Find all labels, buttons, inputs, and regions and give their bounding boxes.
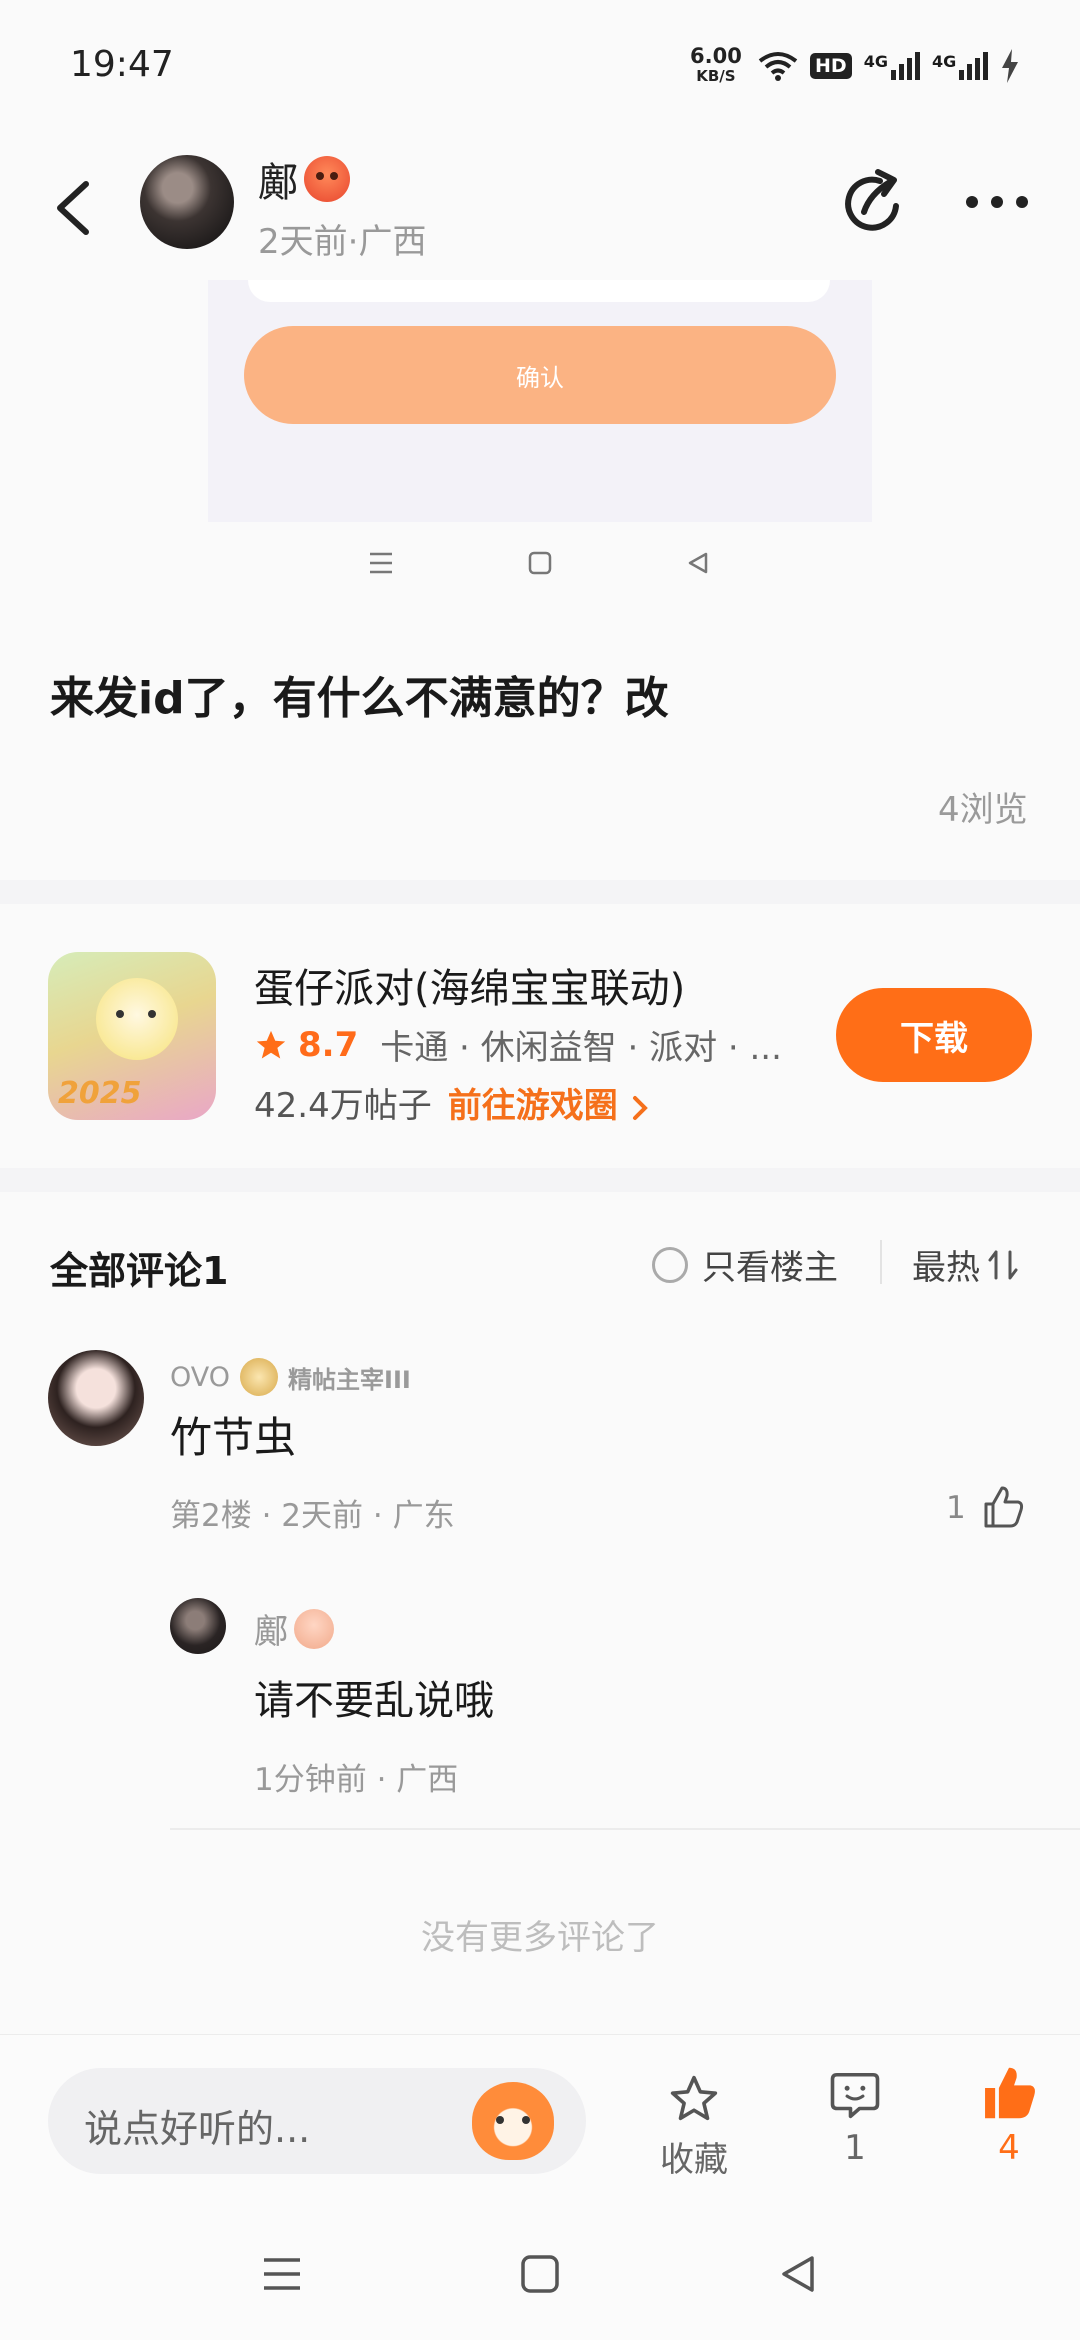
charging-icon [1002,49,1019,83]
commenter-name[interactable]: OVO 精帖主宰III [170,1358,411,1396]
sweat-face-emoji-icon [294,1608,334,1649]
system-menu-icon[interactable] [262,2256,302,2292]
system-home-icon[interactable] [520,2254,560,2294]
star-icon [256,1030,286,1058]
comment-button[interactable]: 1 [820,2068,890,2168]
game-title[interactable]: 蛋仔派对(海绵宝宝联动) [254,956,685,1014]
favorite-label: 收藏 [660,2140,728,2180]
reply-text: 请不要乱说哦 [254,1678,494,1724]
network-speed: 6.00 KB/S [690,46,742,86]
post-image-menu-icon [370,552,392,574]
comments-section [0,1192,1080,2034]
goto-game-circle-link[interactable]: 前往游戏圈 [448,1078,650,1127]
radio-icon [652,1246,688,1283]
signal-4g-label: 4G [863,52,888,71]
star-outline-icon [670,2075,718,2121]
like-button[interactable]: 4 [974,2064,1044,2168]
game-icon[interactable]: 2025 [48,952,216,1120]
badge-icon [240,1358,279,1396]
view-count: 4浏览 [938,790,1028,830]
sort-icon [988,1250,1018,1279]
game-posts-count: 42.4万帖子 [254,1086,432,1126]
author-avatar[interactable] [140,155,234,249]
comments-title: 全部评论1 [50,1249,229,1293]
comment-like-count: 1 [946,1490,966,1526]
wifi-icon [758,52,798,81]
comment-count: 1 [844,2128,866,2168]
game-icon-text: 2025 [58,1076,142,1111]
back-arrow-icon[interactable] [48,178,98,238]
reply-avatar[interactable] [170,1598,226,1654]
game-rating: 8.7 卡通 · 休闲益智 · 派对 · ... [254,1020,782,1069]
sort-toggle[interactable]: 最热 [912,1240,1018,1289]
comment-input-placeholder: 说点好听的... [84,2107,311,2151]
game-tags: 卡通 · 休闲益智 · 派对 · ... [380,1028,782,1068]
only-op-label: 只看楼主 [702,1248,838,1288]
network-speed-value: 6.00 [690,44,742,68]
goto-game-circle-label: 前往游戏圈 [447,1086,618,1126]
post-image-home-icon [528,551,552,575]
share-icon[interactable] [840,168,910,238]
commenter-name-text: OVO [170,1361,231,1393]
signal-4g-label-2: 4G [931,52,957,71]
chevron-right-icon [632,1095,648,1120]
network-speed-unit: KB/S [696,67,736,85]
like-count: 4 [998,2128,1020,2168]
reply-author-name[interactable]: 鄺 [254,1604,334,1653]
post-text: 来发id了，有什么不满意的？改 [50,673,669,724]
download-button[interactable]: 下载 [836,988,1032,1082]
game-posts-row: 42.4万帖子 前往游戏圈 [254,1078,650,1127]
thumb-up-icon[interactable] [980,1484,1026,1530]
badge-label: 精帖主宰III [288,1365,411,1394]
divider [170,1828,1080,1830]
hd-icon: HD [810,53,852,79]
only-op-toggle[interactable]: 只看楼主 [652,1240,838,1289]
signal-4g-icon-2: 4G [931,52,989,80]
author-name[interactable]: 鄺 [258,150,350,208]
divider [880,1240,882,1284]
comment-bubble-icon [830,2072,880,2119]
post-image-back-icon [688,552,708,574]
comment-meta: 第2楼 · 2天前 · 广东 [170,1498,455,1534]
hot-face-emoji-icon [304,156,350,202]
post-time-location: 2天前·广西 [258,222,427,262]
status-time: 19:47 [70,44,174,85]
comment-text: 竹节虫 [170,1413,297,1462]
no-more-comments: 没有更多评论了 [421,1918,659,1958]
post-image-input-edge [248,280,830,302]
game-rating-value: 8.7 [298,1024,359,1065]
sort-label: 最热 [912,1248,980,1288]
status-icons: HD 4G 4G [758,46,1020,86]
author-name-text: 鄺 [258,160,298,206]
system-back-icon[interactable] [778,2254,818,2294]
post-image-confirm-button: 确认 [244,326,836,424]
signal-4g-icon: 4G [864,52,920,80]
thumb-up-filled-icon [985,2067,1035,2119]
reply-author-name-text: 鄺 [254,1612,288,1652]
reply-meta: 1分钟前 · 广西 [254,1762,459,1798]
more-icon[interactable] [962,182,1032,222]
commenter-avatar[interactable] [48,1350,144,1446]
mascot-emoji-icon[interactable] [472,2082,554,2160]
favorite-button[interactable]: 收藏 [646,2072,742,2181]
